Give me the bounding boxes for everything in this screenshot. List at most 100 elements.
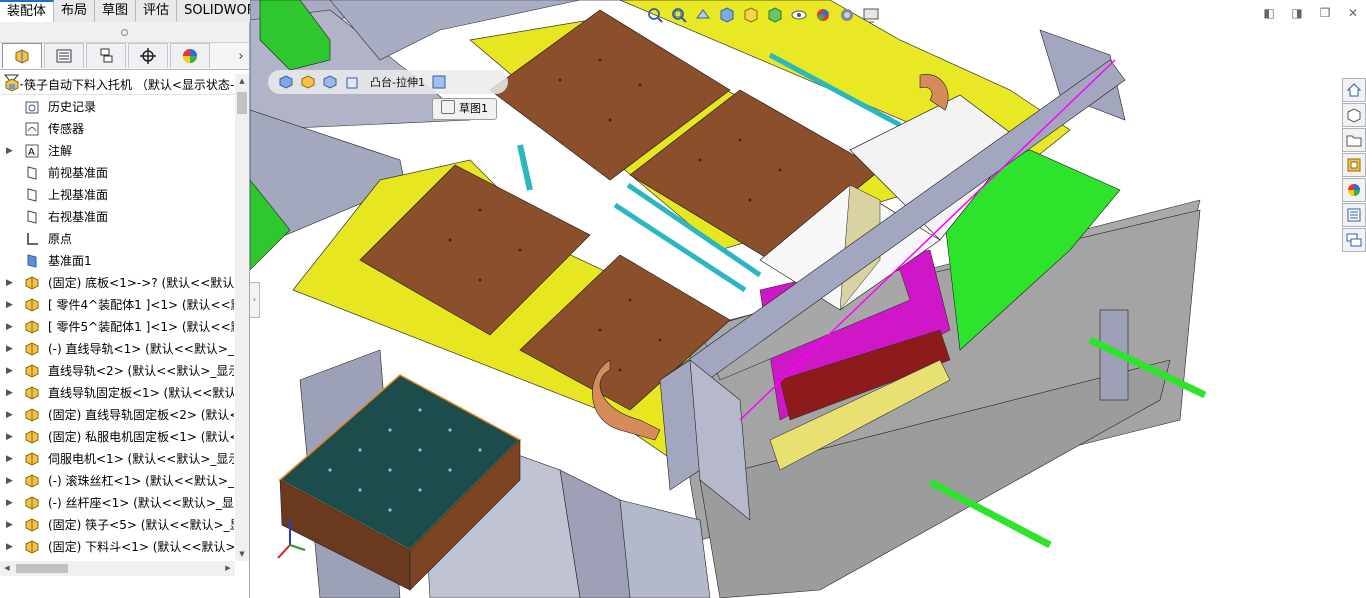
part-crumb-icon[interactable] — [300, 74, 316, 90]
tile-left-button[interactable]: ◧ — [1262, 6, 1276, 20]
feature-manager-icon — [15, 49, 29, 64]
expand-arrow-icon[interactable]: ▶ — [6, 140, 14, 162]
design-library-tab[interactable] — [1342, 103, 1366, 127]
part-icon — [24, 473, 40, 489]
panel-splitter[interactable] — [0, 22, 249, 43]
subassembly-crumb-icon[interactable] — [322, 74, 338, 90]
tree-horizontal-scrollbar[interactable]: ◀ ▶ — [0, 561, 235, 576]
expand-arrow-icon[interactable]: ▶ — [6, 536, 14, 558]
tree-item[interactable]: ▶ (固定) 筷子<5> (默认<<默认>_显 — [0, 514, 234, 536]
expand-arrow-icon[interactable]: ▶ — [6, 382, 14, 404]
tile-right-button[interactable]: ◨ — [1290, 6, 1304, 20]
tree-item[interactable]: 右视基准面 — [0, 206, 234, 228]
tree-item-label: [ 零件4^装配体1 ]<1> (默认<<默 — [48, 298, 234, 312]
tab-0[interactable]: 装配体 — [0, 0, 55, 22]
expand-arrow-icon[interactable]: ▶ — [6, 294, 14, 316]
part-icon — [24, 341, 40, 357]
tree-item[interactable]: 上视基准面 — [0, 184, 234, 206]
zoom-to-fit-button[interactable] — [645, 5, 665, 25]
tree-item[interactable]: 历史记录 — [0, 96, 234, 118]
property-manager-tab[interactable] — [44, 43, 84, 68]
previous-view-button[interactable] — [693, 5, 713, 25]
close-button[interactable]: ✕ — [1346, 6, 1360, 20]
apply-scene-button[interactable] — [837, 5, 857, 25]
view-orientation-button[interactable] — [741, 5, 761, 25]
breadcrumb: 凸台-拉伸1 — [268, 70, 508, 94]
display-style-button[interactable] — [765, 5, 785, 25]
tree-item[interactable]: ▶ A 注解 — [0, 140, 234, 162]
zoom-fit-icon — [648, 8, 663, 23]
expand-arrow-icon[interactable]: ▶ — [6, 338, 14, 360]
dimxpert-tab[interactable] — [128, 43, 168, 68]
tree-item[interactable]: ▶ (固定) 私服电机固定板<1> (默认< — [0, 426, 234, 448]
tree-item[interactable]: ▶ (固定) 下料斗<1> (默认<<默认>_ — [0, 536, 234, 558]
expand-arrow-icon[interactable]: ▶ — [6, 470, 14, 492]
tree-item[interactable]: ▶ (-) 丝杆座<1> (默认<<默认>_显示 — [0, 492, 234, 514]
expand-arrow-icon[interactable]: ▶ — [6, 448, 14, 470]
tree-vertical-scrollbar[interactable]: ▲ ▼ — [235, 74, 249, 561]
view-settings-button[interactable] — [861, 5, 881, 25]
panel-collapse-handle[interactable]: › — [250, 282, 260, 318]
expand-arrow-icon[interactable]: ▶ — [6, 404, 14, 426]
scene-icon — [841, 9, 853, 21]
tab-3[interactable]: 评估 — [136, 0, 178, 22]
part-icon — [24, 539, 40, 555]
tree-item[interactable]: ▶ 直线导轨<2> (默认<<默认>_显示 — [0, 360, 234, 382]
tree-item-label: (-) 丝杆座<1> (默认<<默认>_显示 — [48, 496, 234, 510]
assembly-crumb-icon[interactable] — [278, 74, 294, 90]
tree-item[interactable]: 传感器 — [0, 118, 234, 140]
tree-item[interactable]: ▶ [ 零件5^装配体1 ]<1> (默认<<默 — [0, 316, 234, 338]
tree-item[interactable]: 基准面1 — [0, 250, 234, 272]
expand-arrow-icon[interactable]: ▶ — [6, 360, 14, 382]
tree-item-label: 原点 — [48, 232, 73, 246]
tree-item-label: 右视基准面 — [48, 210, 109, 224]
section-view-button[interactable] — [717, 5, 737, 25]
expand-arrow-icon[interactable]: ▶ — [6, 514, 14, 536]
tab-1[interactable]: 布局 — [54, 0, 96, 22]
feature-crumb-icon[interactable] — [431, 74, 447, 90]
expand-arrow-icon[interactable]: ▶ — [6, 492, 14, 514]
tree-item[interactable]: 前视基准面 — [0, 162, 234, 184]
breadcrumb-feature[interactable]: 凸台-拉伸1 — [370, 74, 425, 90]
tree-item-label: (固定) 底板<1>->? (默认<<默认>_ — [48, 276, 234, 290]
restore-button[interactable]: ❐ — [1318, 6, 1332, 20]
view-palette-tab[interactable] — [1342, 153, 1366, 177]
forum-tab[interactable] — [1342, 228, 1366, 252]
solidworks-resources-tab[interactable] — [1342, 78, 1366, 102]
file-explorer-tab[interactable] — [1342, 128, 1366, 152]
edit-appearance-button[interactable] — [813, 5, 833, 25]
tree-root[interactable]: 筷子自动下料入托机 （默认<显示状态-1 — [0, 74, 234, 96]
configuration-manager-tab[interactable] — [86, 43, 126, 68]
tree-item[interactable]: ▶ 伺服电机<1> (默认<<默认>_显示 — [0, 448, 234, 470]
tree-item[interactable]: ▶ (-) 直线导轨<1> (默认<<默认>_ — [0, 338, 234, 360]
sensor-icon — [24, 121, 40, 137]
graphics-area[interactable]: 凸台-拉伸1 草图1 ◧ ◨ ❐ ✕ — [250, 0, 1366, 598]
hide-show-button[interactable] — [789, 5, 809, 25]
feature-manager-tab[interactable] — [2, 43, 42, 68]
expand-arrow-icon[interactable]: ▶ — [6, 316, 14, 338]
sketch-tag[interactable]: 草图1 — [432, 98, 497, 120]
expand-arrow-icon[interactable]: ▶ — [6, 272, 14, 294]
origin-icon — [24, 231, 40, 247]
zoom-area-button[interactable] — [669, 5, 689, 25]
tree-item-label: (固定) 私服电机固定板<1> (默认< — [48, 430, 234, 444]
tree-item[interactable]: ▶ 直线导轨固定板<1> (默认<<默认: — [0, 382, 234, 404]
component-crumb-icon[interactable] — [344, 74, 360, 90]
part-icon — [24, 363, 40, 379]
expand-arrow-icon[interactable]: ▶ — [6, 426, 14, 448]
panel-tabs-scroll-right[interactable]: › — [233, 43, 249, 69]
appearances-tab[interactable] — [1342, 178, 1366, 202]
tree-item[interactable]: ▶ (固定) 直线导轨固定板<2> (默认< — [0, 404, 234, 426]
appearance-icon — [817, 9, 829, 21]
tab-2[interactable]: 草图 — [95, 0, 137, 22]
custom-properties-tab[interactable] — [1342, 203, 1366, 227]
display-manager-tab[interactable] — [170, 43, 210, 68]
tree-item[interactable]: ▶ [ 零件4^装配体1 ]<1> (默认<<默 — [0, 294, 234, 316]
plane-icon — [24, 209, 40, 225]
display-style-icon — [768, 7, 782, 23]
tree-item[interactable]: ▶ (-) 滚珠丝杠<1> (默认<<默认>_显 — [0, 470, 234, 492]
feature-tree: 筷子自动下料入托机 （默认<显示状态-1 历史记录 传感器 ▶ A 注解 前视基准面 上视基准… — [0, 74, 234, 561]
tree-item[interactable]: ▶ (固定) 底板<1>->? (默认<<默认>_ — [0, 272, 234, 294]
tree-item[interactable]: 原点 — [0, 228, 234, 250]
plane-icon — [24, 165, 40, 181]
